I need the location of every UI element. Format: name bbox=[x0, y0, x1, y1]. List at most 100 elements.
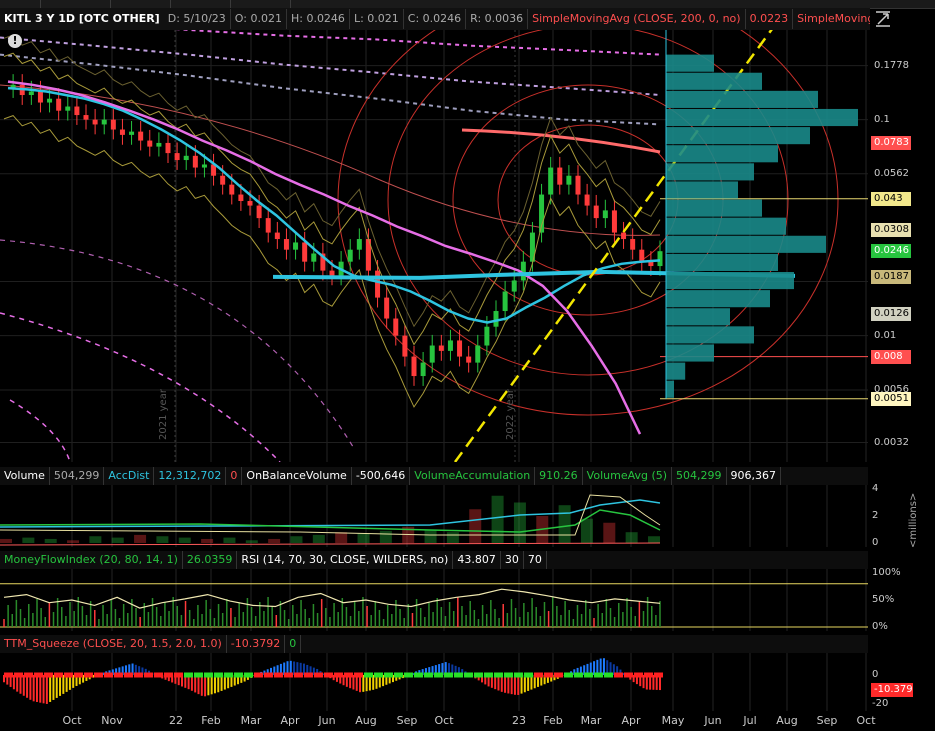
squeeze-dot bbox=[494, 672, 503, 678]
toolbar-segment[interactable] bbox=[40, 0, 111, 8]
low-label: L: 0.021 bbox=[350, 9, 404, 29]
volume-profile-bar bbox=[666, 290, 770, 308]
squeeze-dot bbox=[214, 672, 223, 678]
zero-line bbox=[0, 542, 661, 546]
volume-bar bbox=[580, 518, 593, 543]
squeeze-dot bbox=[274, 672, 283, 678]
volume-tick-label: 0 bbox=[872, 537, 879, 548]
squeeze-dot bbox=[454, 672, 463, 678]
candle bbox=[393, 318, 399, 336]
obv-label[interactable]: OnBalanceVolume bbox=[242, 467, 352, 485]
candle bbox=[557, 167, 563, 185]
squeeze-dot bbox=[294, 672, 303, 678]
candle bbox=[511, 280, 517, 292]
squeeze-dot bbox=[314, 672, 323, 678]
rsi-chart[interactable] bbox=[0, 569, 868, 631]
ttm-axis[interactable]: 0 -20 bbox=[868, 653, 935, 711]
volume-profile-bar bbox=[666, 163, 754, 181]
mfi-value: 26.0359 bbox=[183, 551, 238, 569]
squeeze-dot bbox=[644, 672, 653, 678]
squeeze-dot bbox=[334, 672, 343, 678]
time-axis[interactable]: Oct Nov 22 Feb Mar Apr Jun Aug Sep Oct 23 Feb Mar Apr… bbox=[0, 711, 935, 731]
volume-profile-bar bbox=[666, 380, 674, 398]
price-tick-label: 0.1 bbox=[874, 113, 890, 125]
squeeze-dot bbox=[194, 672, 203, 678]
sma2-label[interactable]: SimpleMovingAvg (CLOSE, 5 bbox=[793, 9, 870, 29]
price-chart[interactable] bbox=[0, 30, 868, 462]
squeeze-dot bbox=[134, 672, 143, 678]
time-tick-label: Feb bbox=[543, 714, 563, 727]
toolbar-segment[interactable] bbox=[110, 0, 171, 8]
price-panel[interactable] bbox=[0, 30, 868, 462]
candle bbox=[119, 129, 125, 135]
squeeze-dot bbox=[434, 672, 443, 678]
squeeze-dot bbox=[224, 672, 233, 678]
vacc-label[interactable]: VolumeAccumulation bbox=[410, 467, 536, 485]
mfi-label[interactable]: MoneyFlowIndex (20, 80, 14, 1) bbox=[0, 551, 183, 569]
volume-chart[interactable] bbox=[0, 485, 868, 547]
squeeze-dot bbox=[354, 672, 363, 678]
rsi-panel[interactable] bbox=[0, 569, 868, 631]
candle bbox=[83, 115, 89, 120]
accdist-label[interactable]: AccDist bbox=[104, 467, 155, 485]
squeeze-dot bbox=[634, 672, 643, 678]
ttm-panel[interactable] bbox=[0, 653, 868, 711]
candle bbox=[74, 106, 80, 116]
candle bbox=[429, 345, 435, 363]
vavg-value: 504,299 bbox=[672, 467, 727, 485]
candle bbox=[256, 205, 262, 219]
obv-value: -500,646 bbox=[352, 467, 411, 485]
volume-title[interactable]: Volume bbox=[0, 467, 50, 485]
squeeze-dot bbox=[584, 672, 593, 678]
price-axis[interactable]: 0.17780.10.05620.01780.010.00560.00320.0… bbox=[868, 30, 935, 462]
squeeze-dot bbox=[514, 672, 523, 678]
candle bbox=[265, 218, 271, 233]
candle bbox=[229, 184, 235, 195]
volume-profile-bar bbox=[666, 217, 786, 235]
candle bbox=[165, 142, 171, 154]
time-tick-label: Mar bbox=[580, 714, 602, 727]
squeeze-dot bbox=[544, 672, 553, 678]
toolbar-segment[interactable] bbox=[0, 0, 41, 8]
squeeze-dot bbox=[414, 672, 423, 678]
toolbar-segment[interactable] bbox=[170, 0, 231, 8]
sma1-label[interactable]: SimpleMovingAvg (CLOSE, 200, 0, no) bbox=[528, 9, 746, 29]
price-tag: 0.043 bbox=[871, 191, 911, 206]
volume-profile-bar bbox=[666, 271, 794, 290]
expand-icon[interactable] bbox=[874, 10, 892, 28]
volume-bar bbox=[223, 537, 236, 543]
rsi-tick-label: 50% bbox=[872, 594, 895, 605]
chart-header: KITL 3 Y 1D [OTC OTHER] D: 5/10/23 O: 0.… bbox=[0, 8, 870, 30]
volume-bar bbox=[357, 533, 370, 543]
volume-bar bbox=[268, 538, 281, 543]
volume-bar bbox=[22, 537, 35, 543]
volume-bar bbox=[312, 534, 325, 543]
rsi-tick-label: 0% bbox=[872, 621, 888, 632]
candle bbox=[147, 140, 153, 147]
toolbar-segment[interactable] bbox=[230, 0, 291, 8]
volume-panel[interactable] bbox=[0, 485, 868, 547]
rsi-axis[interactable]: 100% 50% 0% bbox=[868, 567, 935, 632]
mfi-header: MoneyFlowIndex (20, 80, 14, 1) 26.0359 R… bbox=[0, 551, 868, 569]
price-tag: 0.008 bbox=[871, 349, 911, 364]
volume-profile-bar bbox=[666, 90, 818, 108]
volume-bar bbox=[648, 536, 660, 543]
rsi-overbought: 70 bbox=[524, 551, 547, 569]
symbol-label[interactable]: KITL 3 Y 1D [OTC OTHER] bbox=[0, 9, 164, 29]
vavg-label[interactable]: VolumeAvg (5) bbox=[583, 467, 673, 485]
volume-bar bbox=[469, 509, 482, 543]
volume-bar bbox=[491, 495, 504, 543]
ma-dotted-line bbox=[0, 53, 661, 126]
alert-icon[interactable]: ! bbox=[8, 34, 22, 48]
rsi-label[interactable]: RSI (14, 70, 30, CLOSE, WILDERS, no) bbox=[237, 551, 454, 569]
volume-extra: 906,367 bbox=[727, 467, 782, 485]
time-tick-label: Oct bbox=[434, 714, 454, 727]
ttm-label[interactable]: TTM_Squeeze (CLOSE, 20, 1.5, 2.0, 1.0) bbox=[0, 635, 227, 653]
squeeze-dot bbox=[4, 672, 13, 678]
squeeze-dot bbox=[164, 672, 173, 678]
volume-profile-bar bbox=[666, 54, 714, 72]
ttm-chart[interactable] bbox=[0, 653, 868, 711]
squeeze-dot bbox=[284, 672, 293, 678]
volume-header: Volume 504,299 AccDist 12,312,702 0 OnBa… bbox=[0, 467, 868, 485]
candle bbox=[192, 155, 198, 168]
